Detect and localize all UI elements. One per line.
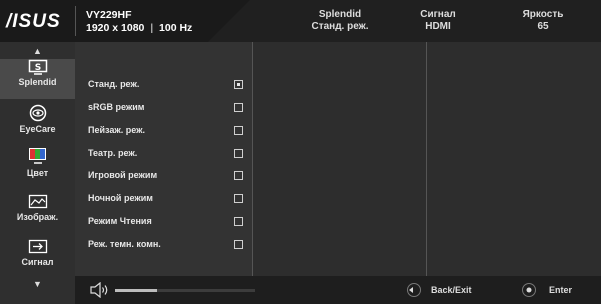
option-label: Реж. темн. комн. — [88, 239, 161, 249]
header-splendid-value: Станд. реж. — [311, 21, 369, 32]
volume-icon — [90, 282, 108, 298]
enter-label: Enter — [549, 285, 573, 295]
header-brightness-title: Яркость — [522, 9, 564, 20]
sidebar-label-splendid: Splendid — [18, 77, 57, 87]
option-game-mode[interactable]: Игровой режим — [88, 170, 248, 184]
checkbox-checked[interactable] — [234, 80, 243, 89]
sidebar-label-image: Изображ. — [16, 212, 59, 222]
sidebar-label-eyecare: EyeCare — [19, 124, 56, 134]
header-signal-title: Сигнал — [420, 9, 456, 20]
checkbox[interactable] — [234, 217, 243, 226]
option-theater-mode[interactable]: Театр. реж. — [88, 148, 248, 162]
header-brightness-value: 65 — [537, 21, 549, 32]
option-label: Режим Чтения — [88, 216, 152, 226]
submenu-panel-3 — [427, 42, 601, 276]
eye-icon — [29, 104, 46, 122]
scroll-up-icon[interactable]: ▲ — [0, 46, 75, 56]
volume-slider[interactable] — [115, 289, 255, 292]
resolution-text: 1920 x 1080 — [86, 22, 145, 34]
option-label: Театр. реж. — [88, 148, 138, 158]
svg-text:S: S — [34, 63, 40, 73]
joystick-left-icon — [407, 283, 421, 297]
bottom-bar: Back/Exit Enter — [75, 276, 601, 304]
osd-menu: /ISUS VY229HF 1920 x 1080 | 100 Hz Splen… — [0, 0, 601, 304]
checkbox[interactable] — [234, 103, 243, 112]
option-label: Игровой режим — [88, 170, 158, 180]
input-signal-icon — [28, 239, 47, 254]
option-night-mode[interactable]: Ночной режим — [88, 193, 248, 207]
header-brightness-status: Яркость 65 — [503, 9, 583, 33]
divider — [426, 42, 427, 276]
color-icon — [28, 148, 46, 164]
sidebar-item-image[interactable]: Изображ. — [0, 194, 75, 234]
divider — [75, 6, 76, 36]
header-signal-value: HDMI — [425, 21, 451, 32]
sidebar-item-eyecare[interactable]: EyeCare — [0, 104, 75, 144]
image-icon — [28, 194, 47, 209]
header-bar: /ISUS VY229HF 1920 x 1080 | 100 Hz Splen… — [0, 0, 601, 42]
divider — [252, 42, 253, 276]
sidebar-item-input-signal[interactable]: Сигнал — [0, 239, 75, 279]
option-reading-mode[interactable]: Режим Чтения — [88, 216, 248, 230]
model-info: VY229HF 1920 x 1080 | 100 Hz — [86, 9, 193, 34]
joystick-center-icon — [522, 283, 536, 297]
checkbox[interactable] — [234, 240, 243, 249]
sidebar-label-color: Цвет — [26, 168, 49, 178]
sidebar-item-splendid[interactable]: S Splendid — [0, 59, 75, 99]
submenu-panel-2 — [253, 42, 426, 276]
option-label: sRGB режим — [88, 102, 145, 112]
volume-fill — [115, 289, 157, 292]
option-standard-mode[interactable]: Станд. реж. — [88, 79, 248, 93]
sidebar-label-input-signal: Сигнал — [21, 257, 54, 267]
option-darkroom-mode[interactable]: Реж. темн. комн. — [88, 239, 248, 253]
checkbox[interactable] — [234, 149, 243, 158]
header-splendid-title: Splendid — [318, 9, 362, 20]
checkbox[interactable] — [234, 194, 243, 203]
checkbox[interactable] — [234, 171, 243, 180]
checkbox[interactable] — [234, 126, 243, 135]
sidebar: ▲ S Splendid EyeCare Цвет Изображ. Сигна… — [0, 42, 75, 304]
model-name: VY229HF — [86, 9, 132, 21]
asus-logo: /ISUS — [6, 11, 61, 32]
option-srgb-mode[interactable]: sRGB режим — [88, 102, 248, 116]
option-label: Пейзаж. реж. — [88, 125, 146, 135]
header-signal-status: Сигнал HDMI — [398, 9, 478, 33]
refresh-rate-text: 100 Hz — [159, 22, 193, 34]
option-label: Станд. реж. — [88, 79, 140, 89]
splendid-icon: S — [28, 59, 47, 75]
option-label: Ночной режим — [88, 193, 153, 203]
header-splendid-status: Splendid Станд. реж. — [290, 9, 390, 33]
scroll-down-icon[interactable]: ▼ — [0, 279, 75, 289]
option-scenery-mode[interactable]: Пейзаж. реж. — [88, 125, 248, 139]
sidebar-item-color[interactable]: Цвет — [0, 148, 75, 188]
back-exit-label: Back/Exit — [431, 285, 472, 295]
